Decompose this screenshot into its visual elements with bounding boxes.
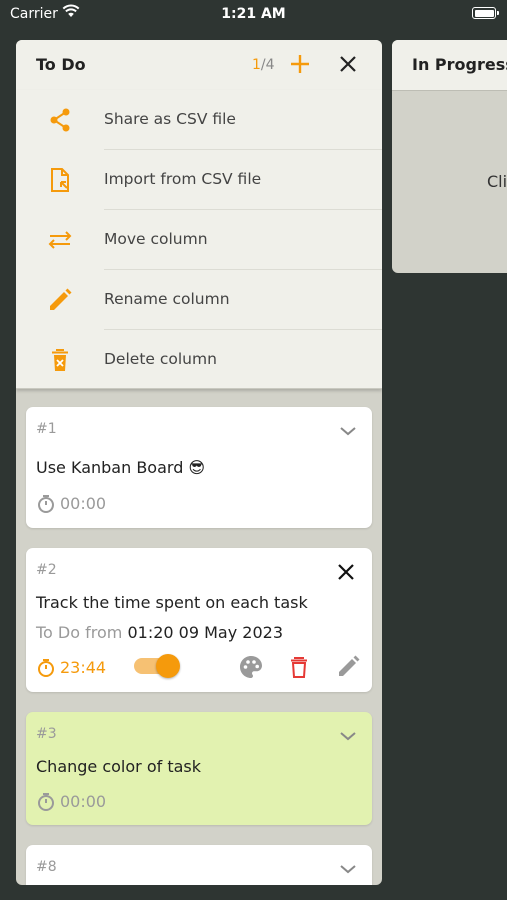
menu-item-move-column[interactable]: Move column [16, 210, 382, 270]
column-position-current: 1 [252, 57, 261, 73]
close-menu-button[interactable] [336, 52, 360, 76]
task-card-3[interactable]: #3 Change color of task 00:00 [26, 712, 372, 825]
menu-item-label: Move column [104, 230, 208, 248]
stopwatch-icon [38, 495, 54, 513]
battery-icon [472, 7, 499, 19]
chevron-down-icon[interactable] [338, 728, 358, 742]
task-title: Track the time spent on each task [36, 593, 308, 612]
task-status-from: from [85, 623, 123, 642]
task-title: Use Kanban Board 😎 [36, 458, 206, 477]
task-status: To Do [36, 623, 81, 642]
task-number: #2 [36, 562, 57, 578]
menu-item-label: Share as CSV file [104, 110, 236, 128]
import-file-icon [46, 166, 74, 194]
menu-item-label: Delete column [104, 350, 217, 368]
column-position-total: /4 [260, 57, 275, 73]
column-todo: #1 Use Kanban Board 😎 00:00 #2 Track the… [16, 40, 382, 885]
menu-item-share-csv[interactable]: Share as CSV file [16, 90, 382, 150]
palette-icon[interactable] [238, 654, 264, 680]
column-in-progress: In Progress Cli [392, 40, 507, 273]
timer-toggle[interactable] [134, 653, 180, 679]
pencil-icon[interactable] [335, 654, 361, 680]
column-header: In Progress [392, 40, 507, 91]
column-menu: Share as CSV file Import from CSV file M… [16, 90, 382, 389]
task-status-date: 01:20 09 May 2023 [127, 623, 283, 642]
task-number: #3 [36, 726, 57, 742]
task-card-1[interactable]: #1 Use Kanban Board 😎 00:00 [26, 407, 372, 528]
task-number: #8 [36, 859, 57, 875]
add-task-button[interactable] [288, 52, 312, 76]
menu-item-rename-column[interactable]: Rename column [16, 270, 382, 330]
clock: 1:21 AM [221, 6, 286, 22]
menu-item-import-csv[interactable]: Import from CSV file [16, 150, 382, 210]
column-title: To Do [36, 55, 86, 74]
column-position: 1/4 [252, 57, 275, 73]
toggle-knob [156, 654, 180, 678]
task-card-2[interactable]: #2 Track the time spent on each task To … [26, 548, 372, 692]
delete-icon [46, 346, 74, 374]
close-icon [340, 56, 356, 72]
swap-arrows-icon [46, 226, 74, 254]
task-timer-value: 00:00 [60, 494, 107, 513]
menu-item-label: Import from CSV file [104, 170, 262, 188]
task-status-line: To Do from 01:20 09 May 2023 [36, 623, 283, 642]
stopwatch-icon [38, 793, 54, 811]
chevron-down-icon[interactable] [338, 423, 358, 437]
task-timer-value: 00:00 [60, 792, 107, 811]
column-header: To Do 1/4 [16, 40, 382, 90]
task-title: Change color of task [36, 757, 202, 776]
task-number: #1 [36, 421, 57, 437]
menu-item-delete-column[interactable]: Delete column [16, 330, 382, 390]
pencil-icon [46, 286, 74, 314]
share-icon [46, 106, 74, 134]
column-hint-text[interactable]: Cli [487, 172, 507, 191]
menu-item-label: Rename column [104, 290, 230, 308]
chevron-down-icon[interactable] [338, 861, 358, 875]
delete-icon[interactable] [286, 654, 312, 680]
column-title: In Progress [412, 55, 507, 74]
task-timer-value: 23:44 [60, 658, 107, 677]
status-bar: Carrier 1:21 AM [0, 0, 507, 30]
stopwatch-icon [38, 659, 54, 677]
close-icon[interactable] [334, 560, 358, 584]
plus-icon [291, 55, 309, 73]
task-card-8[interactable]: #8 [26, 845, 372, 885]
